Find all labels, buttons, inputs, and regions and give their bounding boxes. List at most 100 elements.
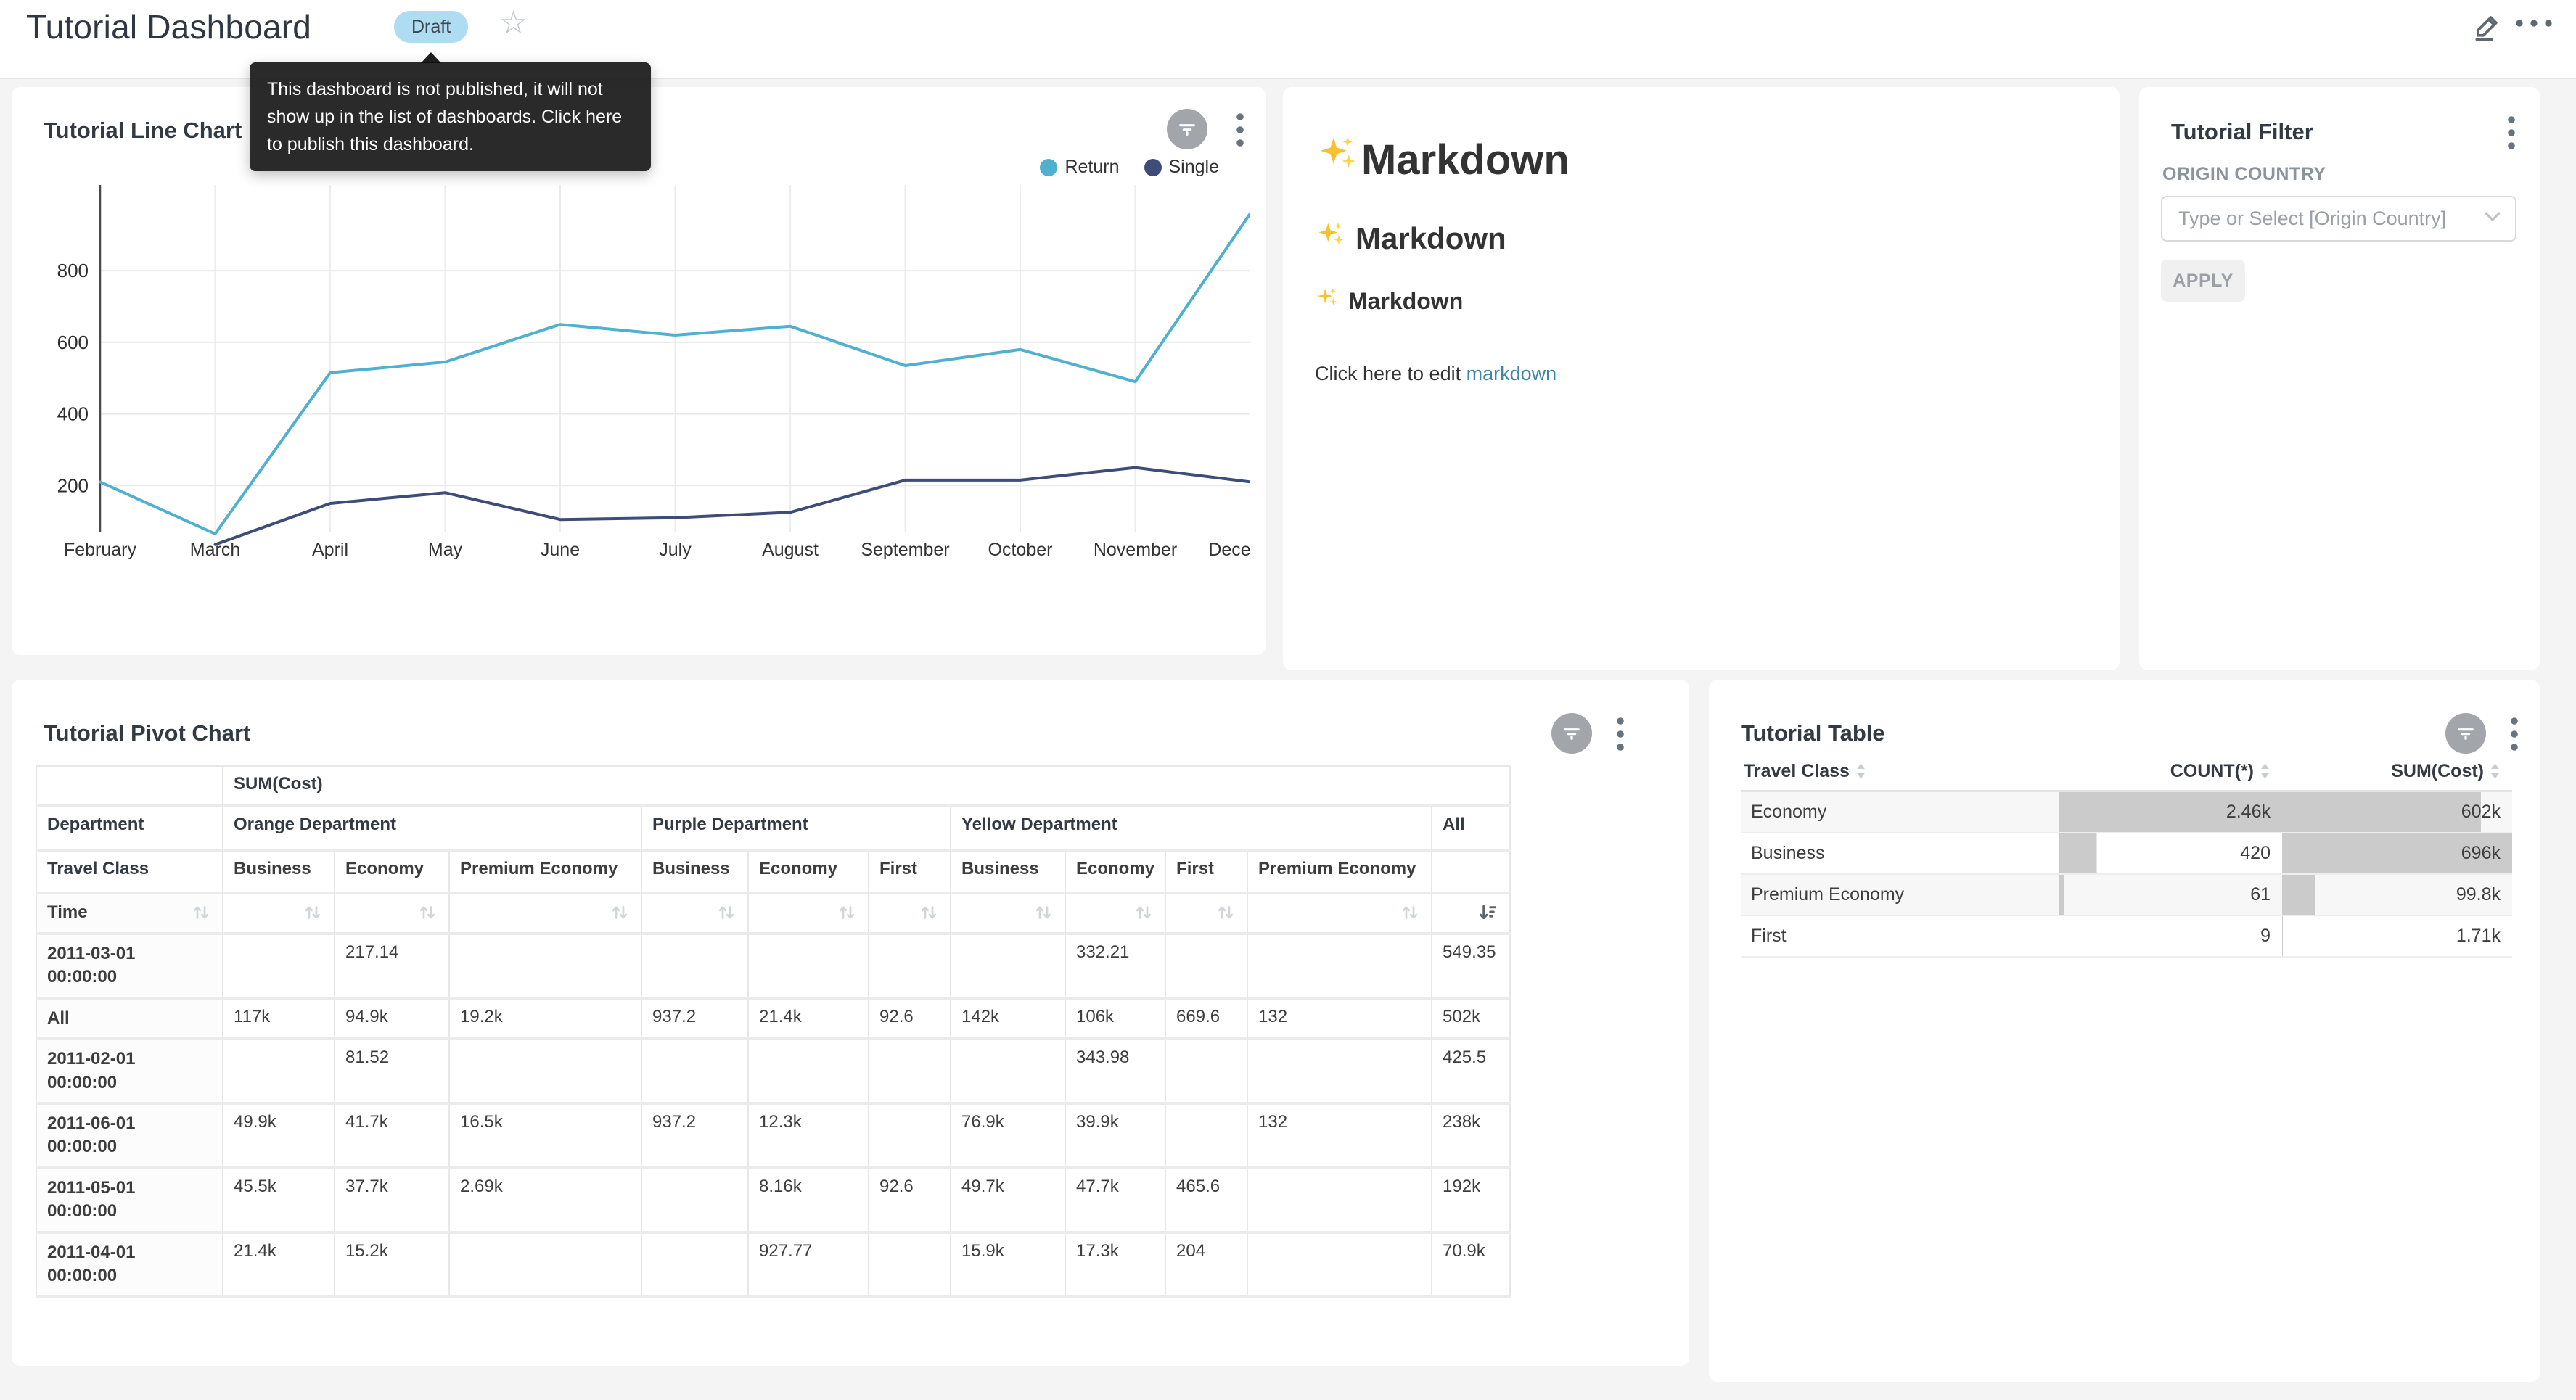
pivot-row-key: 2011-02-0100:00:00 bbox=[36, 1039, 223, 1103]
pivot-data-row: All117k94.9k19.2k937.221.4k92.6142k106k6… bbox=[36, 998, 1510, 1039]
pivot-class-header: First bbox=[869, 850, 951, 893]
page-title: Tutorial Dashboard bbox=[26, 7, 311, 46]
pivot-value-cell: 117k bbox=[223, 998, 335, 1039]
svg-text:800: 800 bbox=[57, 260, 89, 281]
svg-text:November: November bbox=[1094, 540, 1177, 560]
column-sort-caret-icon[interactable] bbox=[1855, 762, 1866, 780]
pivot-row-key: 2011-03-0100:00:00 bbox=[36, 934, 223, 998]
pivot-value-cell bbox=[1165, 1039, 1247, 1103]
pivot-data-row: 2011-03-0100:00:00217.14332.21549.35 bbox=[36, 934, 1510, 998]
pivot-value-cell: 92.6 bbox=[869, 998, 951, 1039]
pivot-row2-label: Travel Class bbox=[36, 850, 223, 893]
sort-icon[interactable] bbox=[302, 902, 324, 923]
count-cell: 2.46k bbox=[2059, 791, 2282, 833]
pivot-value-cell: 2.69k bbox=[449, 1168, 641, 1232]
edit-dashboard-icon[interactable] bbox=[2472, 10, 2503, 46]
sparkles-icon bbox=[1315, 286, 1340, 316]
pivot-value-cell bbox=[449, 934, 641, 998]
pivot-value-cell: 238k bbox=[1432, 1103, 1510, 1168]
pivot-group-header: Purple Department bbox=[641, 806, 951, 850]
pivot-data-row: 2011-05-0100:00:0045.5k37.7k2.69k8.16k92… bbox=[36, 1168, 1510, 1232]
origin-country-select[interactable]: Type or Select [Origin Country] bbox=[2161, 196, 2516, 242]
pivot-value-cell: 76.9k bbox=[951, 1103, 1065, 1168]
panel-markdown: Markdown Markdown Markdown Click here to… bbox=[1283, 87, 2120, 670]
pivot-measure-row: SUM(Cost) bbox=[36, 766, 1510, 806]
pivot-sort-cell bbox=[449, 893, 641, 934]
sort-icon[interactable] bbox=[417, 902, 438, 923]
markdown-paragraph: Click here to edit markdown bbox=[1315, 363, 2091, 385]
more-options-icon[interactable] bbox=[2514, 16, 2554, 34]
favorite-star-icon[interactable]: ☆ bbox=[499, 4, 528, 41]
sum-cost-cell: 99.8k bbox=[2282, 874, 2512, 915]
svg-text:July: July bbox=[659, 540, 692, 560]
pivot-value-cell: 81.52 bbox=[335, 1039, 449, 1103]
pivot-value-cell: 937.2 bbox=[641, 1103, 748, 1168]
pivot-value-cell bbox=[748, 1039, 869, 1103]
sort-icon[interactable] bbox=[1399, 902, 1421, 923]
pivot-value-cell: 204 bbox=[1165, 1232, 1247, 1297]
pivot-corner-cell bbox=[36, 766, 223, 806]
pivot-value-cell: 669.6 bbox=[1165, 998, 1247, 1039]
table-column-header[interactable]: SUM(Cost) bbox=[2282, 752, 2512, 791]
pivot-value-cell bbox=[641, 1232, 748, 1297]
pivot-value-cell: 332.21 bbox=[1065, 934, 1165, 998]
chart-kebab-menu-icon[interactable] bbox=[1615, 716, 1625, 756]
pivot-value-cell: 17.3k bbox=[1065, 1232, 1165, 1297]
sparkles-icon bbox=[1315, 132, 1360, 187]
sum-cost-cell: 1.71k bbox=[2282, 915, 2512, 957]
pivot-class-header bbox=[1432, 850, 1510, 893]
pivot-value-cell: 217.14 bbox=[335, 934, 449, 998]
sort-descending-active-icon[interactable] bbox=[1477, 902, 1499, 923]
pivot-class-header: Business bbox=[223, 850, 335, 893]
pivot-value-cell bbox=[223, 1039, 335, 1103]
line-chart: 200400600800FebruaryMarchAprilMayJuneJul… bbox=[12, 87, 1250, 655]
filter-indicator-icon[interactable] bbox=[2445, 713, 2486, 754]
panel-tutorial-line-chart: Tutorial Line Chart ReturnSingle 2004006… bbox=[12, 87, 1266, 655]
sort-icon[interactable] bbox=[1133, 902, 1154, 923]
sort-icon[interactable] bbox=[715, 902, 737, 923]
sort-icon[interactable] bbox=[609, 902, 631, 923]
pivot-data-row: 2011-04-0100:00:0021.4k15.2k927.7715.9k1… bbox=[36, 1232, 1510, 1297]
pivot-value-cell bbox=[1247, 934, 1432, 998]
column-sort-caret-icon[interactable] bbox=[2490, 762, 2501, 780]
sort-icon[interactable] bbox=[190, 902, 212, 923]
pivot-value-cell bbox=[641, 1168, 748, 1232]
sort-icon[interactable] bbox=[1033, 902, 1054, 923]
pivot-sort-cell bbox=[1165, 893, 1247, 934]
pivot-value-cell: 937.2 bbox=[641, 998, 748, 1039]
pivot-value-cell bbox=[1247, 1168, 1432, 1232]
pivot-value-cell bbox=[223, 934, 335, 998]
svg-text:October: October bbox=[988, 540, 1053, 560]
sparkles-icon bbox=[1315, 219, 1347, 258]
filter-indicator-icon[interactable] bbox=[1551, 713, 1592, 754]
count-cell: 61 bbox=[2059, 874, 2282, 915]
pivot-value-cell: 21.4k bbox=[223, 1232, 335, 1297]
pivot-class-header: Business bbox=[641, 850, 748, 893]
svg-text:August: August bbox=[762, 540, 819, 560]
pivot-value-cell: 425.5 bbox=[1432, 1039, 1510, 1103]
panel-title: Tutorial Pivot Chart bbox=[44, 720, 250, 746]
column-sort-caret-icon[interactable] bbox=[2260, 762, 2271, 780]
pivot-value-cell bbox=[869, 1103, 951, 1168]
pivot-value-cell: 45.5k bbox=[223, 1168, 335, 1232]
draft-badge[interactable]: Draft bbox=[394, 11, 468, 43]
chart-kebab-menu-icon[interactable] bbox=[2509, 716, 2519, 756]
pivot-table-wrap: SUM(Cost)DepartmentOrange DepartmentPurp… bbox=[36, 765, 1511, 1298]
sort-icon[interactable] bbox=[836, 902, 858, 923]
table-column-header[interactable]: Travel Class bbox=[1741, 752, 2059, 791]
apply-button[interactable]: APPLY bbox=[2161, 260, 2245, 302]
pivot-sort-cell bbox=[1065, 893, 1165, 934]
pivot-class-header: Business bbox=[951, 850, 1065, 893]
filter-kebab-menu-icon[interactable] bbox=[2506, 115, 2516, 155]
sort-icon[interactable] bbox=[1215, 902, 1236, 923]
pivot-value-cell: 132 bbox=[1247, 998, 1432, 1039]
svg-text:December: December bbox=[1208, 540, 1250, 560]
pivot-group-header: All bbox=[1432, 806, 1510, 850]
sort-icon[interactable] bbox=[918, 902, 940, 923]
table-column-header[interactable]: COUNT(*) bbox=[2059, 752, 2282, 791]
pivot-value-cell: 41.7k bbox=[335, 1103, 449, 1168]
pivot-sort-cell bbox=[869, 893, 951, 934]
markdown-edit-link[interactable]: markdown bbox=[1467, 363, 1557, 384]
pivot-class-header: Economy bbox=[335, 850, 449, 893]
pivot-class-header: Premium Economy bbox=[1247, 850, 1432, 893]
